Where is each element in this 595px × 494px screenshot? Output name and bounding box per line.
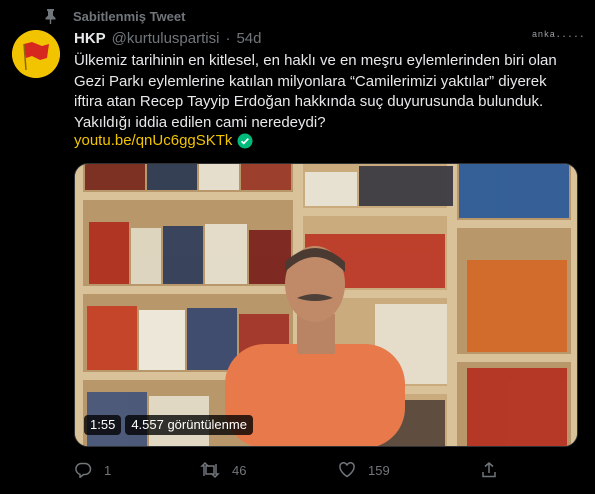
tweet-line: Yakıldığı iddia edilen cami neredeydi? — [74, 113, 326, 131]
tweet-line: Ülkemiz tarihinin en kitlesel, en haklı … — [74, 52, 557, 69]
reply-button[interactable]: 1 — [74, 461, 111, 479]
video-frame — [75, 164, 577, 446]
retweet-button[interactable]: 46 — [200, 461, 246, 479]
tweet-link[interactable]: youtu.be/qnUc6ggSKTk — [74, 132, 232, 149]
video-views: 4.557 görüntülenme — [125, 415, 253, 435]
tweet-actions: 1 46 159 — [74, 461, 514, 483]
separator-dot: · — [225, 30, 231, 47]
check-circle-icon — [237, 133, 253, 149]
tweet-text: Ülkemiz tarihinin en kitlesel, en haklı … — [74, 51, 574, 133]
reply-count: 1 — [104, 462, 112, 478]
pinned-label: Sabitlenmiş Tweet — [73, 8, 186, 24]
tweet-header: HKP @kurtuluspartisi · 54d — [74, 30, 261, 47]
share-icon — [482, 462, 496, 478]
video-player[interactable] — [74, 163, 578, 447]
link-row: youtu.be/qnUc6ggSKTk — [74, 132, 253, 149]
tweet-age[interactable]: 54d — [236, 30, 261, 47]
tweet-line: Gezi Parkı eylemlerine katılan milyonlar… — [74, 72, 547, 90]
reply-icon — [75, 462, 92, 479]
video-duration: 1:55 — [84, 415, 122, 435]
retweet-icon — [200, 461, 220, 479]
avatar[interactable] — [12, 30, 60, 78]
watermark: anka..... — [531, 30, 585, 40]
pin-icon — [44, 8, 57, 24]
display-name[interactable]: HKP — [74, 30, 106, 47]
like-count: 159 — [368, 462, 390, 478]
user-handle[interactable]: @kurtuluspartisi — [112, 30, 220, 47]
video-badges: 1:55 4.557 görüntülenme — [84, 415, 253, 435]
pinned-indicator: Sabitlenmiş Tweet — [44, 8, 185, 24]
retweet-count: 46 — [232, 462, 247, 478]
tweet-line: iftira atan Recep Tayyip Erdoğan hakkınd… — [74, 93, 544, 110]
heart-icon — [339, 462, 355, 478]
like-button[interactable]: 159 — [338, 461, 390, 479]
share-button[interactable] — [480, 461, 498, 479]
party-logo-icon — [12, 30, 60, 78]
